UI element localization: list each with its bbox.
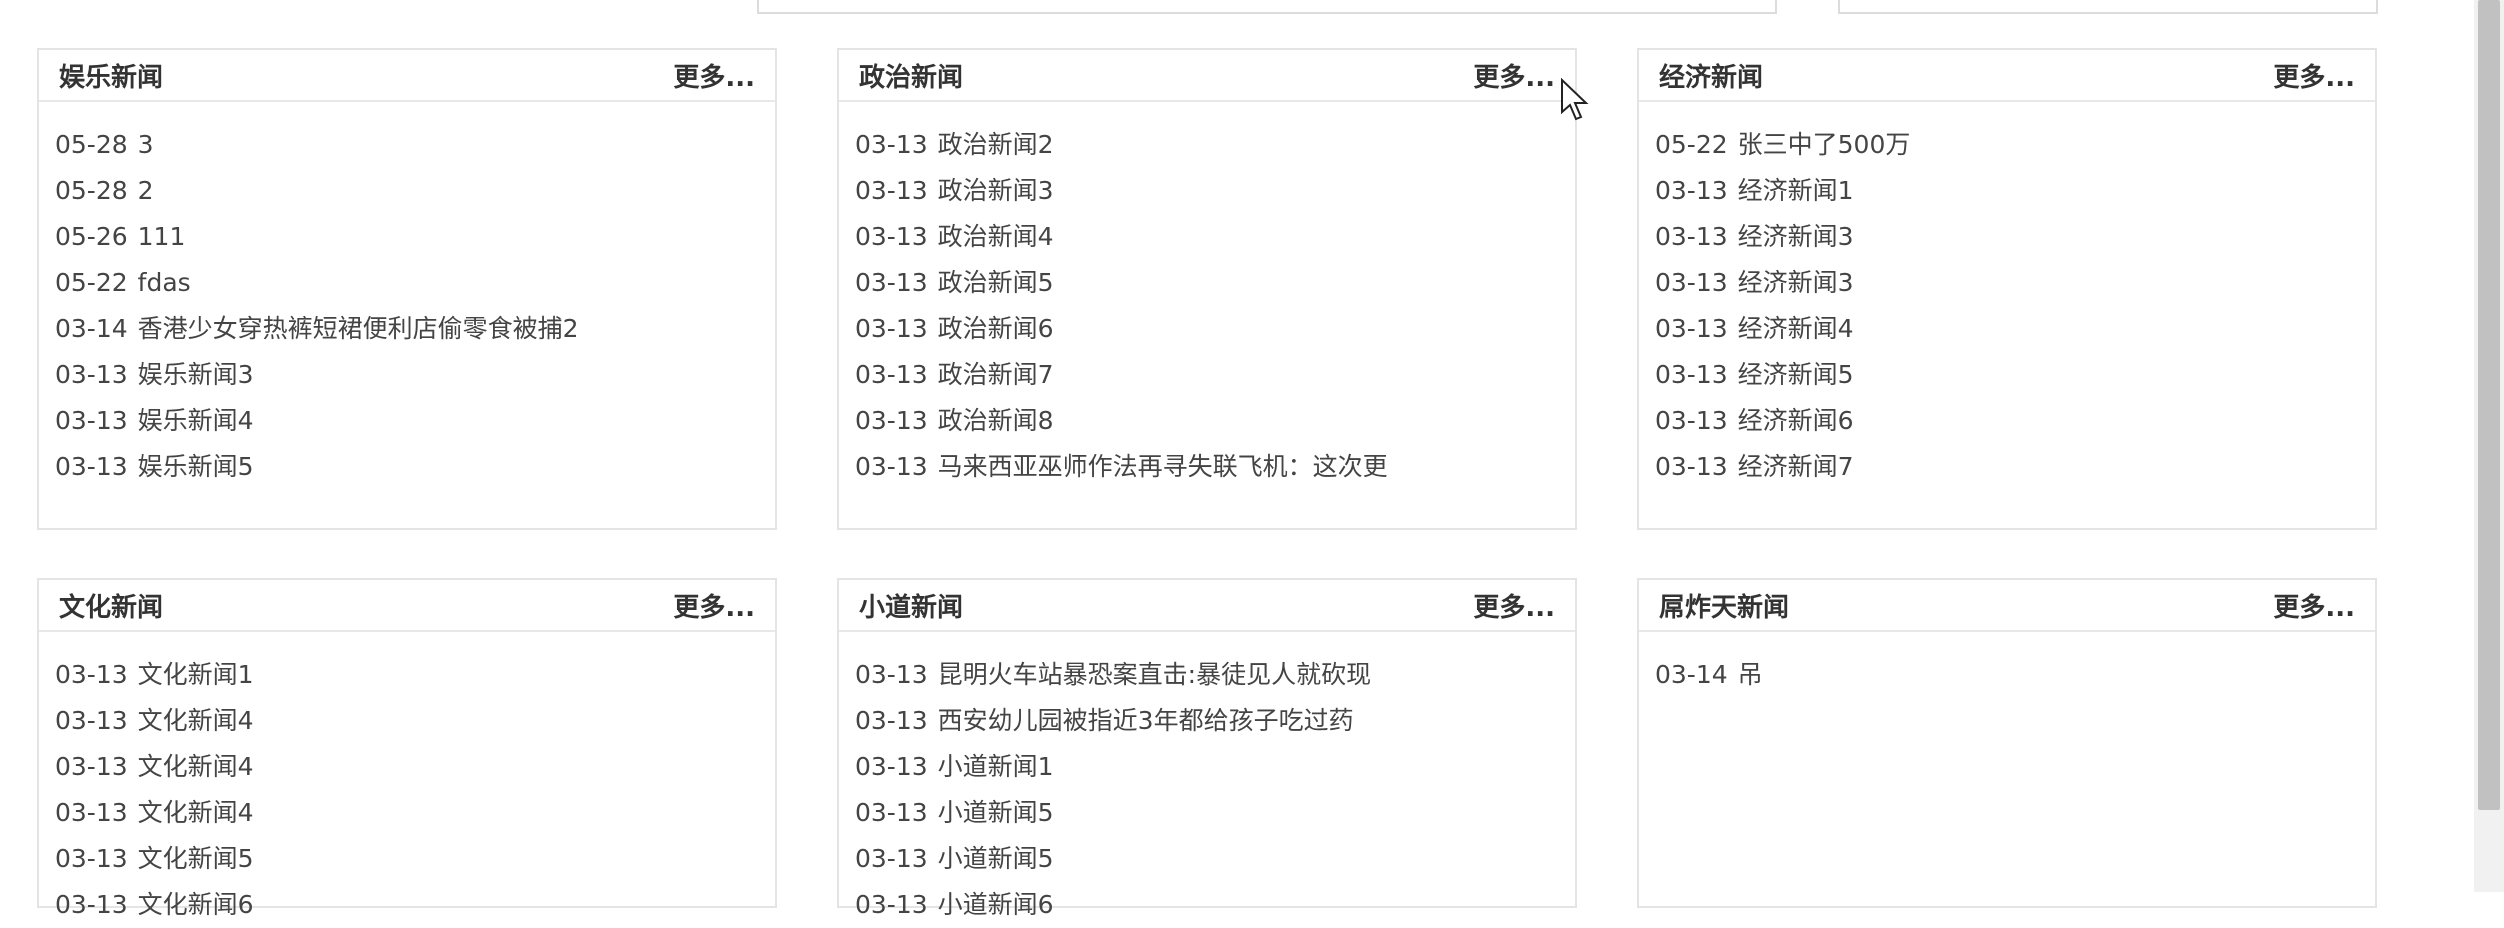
box-title: 屌炸天新闻 <box>1659 592 1790 623</box>
news-item[interactable]: 03-13 经济新闻5 <box>1655 352 2375 398</box>
news-item[interactable]: 03-13 娱乐新闻4 <box>55 398 775 444</box>
news-item[interactable]: 03-13 小道新闻6 <box>855 882 1575 928</box>
news-item[interactable]: 03-13 经济新闻1 <box>1655 168 2375 214</box>
news-item[interactable]: 03-13 政治新闻7 <box>855 352 1575 398</box>
news-list: 03-14 吊 <box>1639 632 2375 698</box>
search-input-main[interactable] <box>757 0 1777 14</box>
news-box-entertainment: 娱乐新闻 更多... 05-28 3 05-28 2 05-26 111 05-22 f… <box>37 48 777 530</box>
news-item[interactable]: 03-13 小道新闻5 <box>855 790 1575 836</box>
more-link[interactable]: 更多... <box>673 587 755 624</box>
news-item[interactable]: 03-13 昆明火车站暴恐案直击:暴徒见人就砍现 <box>855 652 1575 698</box>
news-item[interactable]: 03-13 文化新闻5 <box>55 836 775 882</box>
news-box-economy: 经济新闻 更多... 05-22 张三中了500万 03-13 经济新闻1 03-1… <box>1637 48 2377 530</box>
scrollbar-thumb[interactable] <box>2478 0 2500 810</box>
news-item[interactable]: 05-26 111 <box>55 214 775 260</box>
box-header: 小道新闻 更多... <box>839 580 1575 632</box>
news-item[interactable]: 03-13 马来西亚巫师作法再寻失联飞机：这次更 <box>855 444 1575 490</box>
news-item[interactable]: 03-13 文化新闻4 <box>55 744 775 790</box>
more-link[interactable]: 更多... <box>673 57 755 94</box>
news-item[interactable]: 03-13 文化新闻1 <box>55 652 775 698</box>
mouse-cursor-icon <box>1561 78 1589 121</box>
news-item[interactable]: 03-13 经济新闻7 <box>1655 444 2375 490</box>
more-link[interactable]: 更多... <box>1473 587 1555 624</box>
news-item[interactable]: 03-13 政治新闻8 <box>855 398 1575 444</box>
news-item[interactable]: 05-22 张三中了500万 <box>1655 122 2375 168</box>
news-list: 03-13 政治新闻2 03-13 政治新闻3 03-13 政治新闻4 03-13 政治… <box>839 102 1575 490</box>
news-list: 05-28 3 05-28 2 05-26 111 05-22 fdas 03-14 香港… <box>39 102 775 490</box>
news-item[interactable]: 03-13 政治新闻6 <box>855 306 1575 352</box>
top-search-row <box>0 0 2504 20</box>
news-item[interactable]: 03-13 文化新闻4 <box>55 698 775 744</box>
box-header: 娱乐新闻 更多... <box>39 50 775 102</box>
news-item[interactable]: 05-22 fdas <box>55 260 775 306</box>
news-box-politics: 政治新闻 更多... 03-13 政治新闻2 03-13 政治新闻3 03-13 政治… <box>837 48 1577 530</box>
box-title: 文化新闻 <box>59 592 164 623</box>
news-item[interactable]: 03-13 文化新闻4 <box>55 790 775 836</box>
box-header: 文化新闻 更多... <box>39 580 775 632</box>
news-item[interactable]: 03-13 经济新闻3 <box>1655 260 2375 306</box>
box-title: 小道新闻 <box>859 592 964 623</box>
more-link[interactable]: 更多... <box>1473 57 1555 94</box>
news-item[interactable]: 03-13 政治新闻5 <box>855 260 1575 306</box>
news-list: 03-13 昆明火车站暴恐案直击:暴徒见人就砍现 03-13 西安幼儿园被指近3年都… <box>839 632 1575 928</box>
news-list: 05-22 张三中了500万 03-13 经济新闻1 03-13 经济新闻3 03-1… <box>1639 102 2375 490</box>
news-item[interactable]: 03-13 政治新闻3 <box>855 168 1575 214</box>
news-item[interactable]: 03-13 小道新闻1 <box>855 744 1575 790</box>
box-title: 政治新闻 <box>859 62 964 93</box>
news-box-culture: 文化新闻 更多... 03-13 文化新闻1 03-13 文化新闻4 03-13 文化… <box>37 578 777 919</box>
box-title: 经济新闻 <box>1659 62 1764 93</box>
news-item[interactable]: 03-13 娱乐新闻3 <box>55 352 775 398</box>
box-header: 经济新闻 更多... <box>1639 50 2375 102</box>
search-input-secondary[interactable] <box>1838 0 2378 14</box>
news-item[interactable]: 03-13 经济新闻4 <box>1655 306 2375 352</box>
news-item[interactable]: 03-13 西安幼儿园被指近3年都给孩子吃过药 <box>855 698 1575 744</box>
scrollbar-track[interactable] <box>2474 0 2504 892</box>
news-item[interactable]: 03-13 小道新闻5 <box>855 836 1575 882</box>
box-header: 政治新闻 更多... <box>839 50 1575 102</box>
news-item[interactable]: 03-13 政治新闻2 <box>855 122 1575 168</box>
news-item[interactable]: 03-13 文化新闻6 <box>55 882 775 928</box>
box-title: 娱乐新闻 <box>59 62 164 93</box>
news-item[interactable]: 03-13 经济新闻3 <box>1655 214 2375 260</box>
news-item[interactable]: 03-13 政治新闻4 <box>855 214 1575 260</box>
box-header: 屌炸天新闻 更多... <box>1639 580 2375 632</box>
news-box-awesome: 屌炸天新闻 更多... 03-14 吊 <box>1637 578 2377 908</box>
news-item[interactable]: 03-13 经济新闻6 <box>1655 398 2375 444</box>
more-link[interactable]: 更多... <box>2273 57 2355 94</box>
news-item[interactable]: 03-13 娱乐新闻5 <box>55 444 775 490</box>
news-item[interactable]: 05-28 2 <box>55 168 775 214</box>
news-item[interactable]: 05-28 3 <box>55 122 775 168</box>
news-item[interactable]: 03-14 香港少女穿热裤短裙便利店偷零食被捕2 <box>55 306 775 352</box>
more-link[interactable]: 更多... <box>2273 587 2355 624</box>
news-box-gossip: 小道新闻 更多... 03-13 昆明火车站暴恐案直击:暴徒见人就砍现 03-13… <box>837 578 1577 919</box>
news-list: 03-13 文化新闻1 03-13 文化新闻4 03-13 文化新闻4 03-13 文化… <box>39 632 775 928</box>
news-item[interactable]: 03-14 吊 <box>1655 652 2375 698</box>
